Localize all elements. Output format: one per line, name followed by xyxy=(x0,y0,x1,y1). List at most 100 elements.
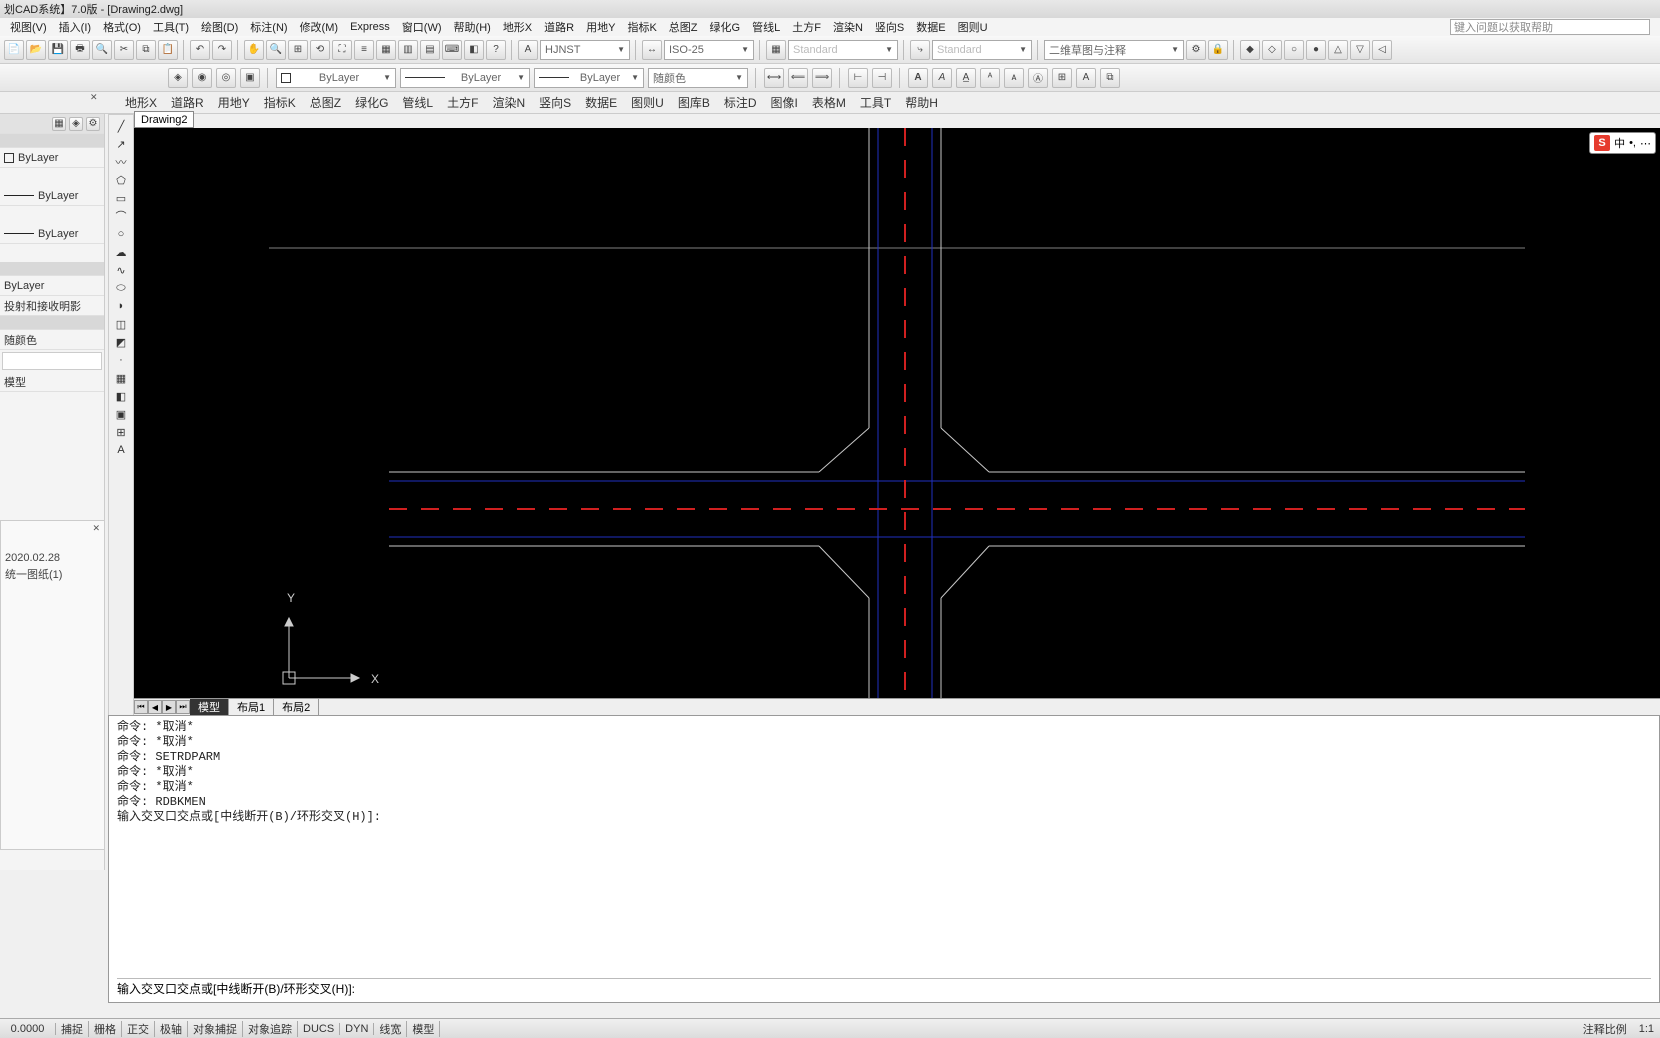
status-model[interactable]: 模型 xyxy=(407,1021,440,1037)
rtab-earth[interactable]: 土方F xyxy=(440,94,485,111)
menu-plan[interactable]: 图则U xyxy=(952,19,994,35)
tab-last-icon[interactable]: ⏭ xyxy=(176,700,190,714)
layer-iso-icon[interactable]: ◎ xyxy=(216,68,236,88)
table-icon[interactable]: ⊞ xyxy=(111,423,131,441)
menu-master[interactable]: 总图Z xyxy=(663,19,704,35)
menu-insert[interactable]: 插入(I) xyxy=(53,19,97,35)
rtab-pipe[interactable]: 管线L xyxy=(395,94,440,111)
lineweight-combo[interactable]: ByLayer▼ xyxy=(534,68,644,88)
ext2-icon[interactable]: ◇ xyxy=(1262,40,1282,60)
close-icon[interactable]: ✕ xyxy=(90,92,100,102)
status-polar[interactable]: 极轴 xyxy=(155,1021,188,1037)
tab-first-icon[interactable]: ⏮ xyxy=(134,700,148,714)
rtab-terrain[interactable]: 地形X xyxy=(118,94,164,111)
panel-btn2-icon[interactable]: ◈ xyxy=(69,117,83,131)
status-ducs[interactable]: DUCS xyxy=(298,1023,340,1035)
close-icon[interactable]: ✕ xyxy=(92,523,100,534)
undo-icon[interactable]: ↶ xyxy=(190,40,210,60)
workspace-combo[interactable]: 二维草图与注释▼ xyxy=(1044,40,1184,60)
ellipse-icon[interactable]: ⬭ xyxy=(111,279,131,297)
linetype-row[interactable]: ByLayer xyxy=(0,186,104,206)
tree-sheet[interactable]: 统一图纸(1) xyxy=(5,565,100,583)
new-icon[interactable]: 📄 xyxy=(4,40,24,60)
zoom-realtime-icon[interactable]: 🔍 xyxy=(266,40,286,60)
tool3-icon[interactable]: ▤ xyxy=(420,40,440,60)
zoom-window-icon[interactable]: ⊞ xyxy=(288,40,308,60)
status-osnap[interactable]: 对象捕捉 xyxy=(188,1021,243,1037)
help-icon[interactable]: ? xyxy=(486,40,506,60)
tab-next-icon[interactable]: ▶ xyxy=(162,700,176,714)
tab-layout1[interactable]: 布局1 xyxy=(229,699,274,715)
menu-express[interactable]: Express xyxy=(344,21,396,33)
tbl-icon[interactable]: ▦ xyxy=(376,40,396,60)
menu-index[interactable]: 指标K xyxy=(621,19,662,35)
annoscale-value[interactable]: 1:1 xyxy=(1633,1023,1660,1035)
rect-icon[interactable]: ▭ xyxy=(111,189,131,207)
point-icon[interactable]: · xyxy=(111,351,131,369)
save-icon[interactable]: 💾 xyxy=(48,40,68,60)
lineweight-row[interactable]: ByLayer xyxy=(0,224,104,244)
panel-btn3-icon[interactable]: ⚙ xyxy=(86,117,100,131)
region-icon[interactable]: ▣ xyxy=(111,405,131,423)
tree-date[interactable]: 2020.02.28 xyxy=(5,551,100,565)
menu-pipe[interactable]: 管线L xyxy=(746,19,786,35)
menu-vert[interactable]: 竖向S xyxy=(869,19,910,35)
shadow-row[interactable]: 投射和接收明影 xyxy=(0,296,104,316)
prop-icon[interactable]: ≡ xyxy=(354,40,374,60)
text-style-combo[interactable]: HJNST▼ xyxy=(540,40,630,60)
menu-tools[interactable]: 工具(T) xyxy=(147,19,195,35)
rtab-index[interactable]: 指标K xyxy=(257,94,303,111)
menu-earth[interactable]: 土方F xyxy=(786,19,827,35)
menu-render[interactable]: 渲染N xyxy=(827,19,869,35)
make-block-icon[interactable]: ◩ xyxy=(111,333,131,351)
dim2-icon[interactable]: ⟸ xyxy=(788,68,808,88)
txt4-icon[interactable]: ᴬ xyxy=(980,68,1000,88)
tab-layout2[interactable]: 布局2 xyxy=(274,699,319,715)
table-style-icon[interactable]: ▦ xyxy=(766,40,786,60)
menu-road[interactable]: 道路R xyxy=(538,19,580,35)
linetype-combo[interactable]: ByLayer▼ xyxy=(400,68,530,88)
arc-icon[interactable]: ⌒ xyxy=(111,207,131,225)
rtab-img[interactable]: 图像I xyxy=(764,94,805,111)
line-icon[interactable]: ╱ xyxy=(111,117,131,135)
status-lw[interactable]: 线宽 xyxy=(374,1021,407,1037)
ext1-icon[interactable]: ◆ xyxy=(1240,40,1260,60)
mleader-style-combo[interactable]: Standard▼ xyxy=(932,40,1032,60)
ws-settings-icon[interactable]: ⚙ xyxy=(1186,40,1206,60)
rtab-tool[interactable]: 工具T xyxy=(853,94,898,111)
status-dyn[interactable]: DYN xyxy=(340,1023,374,1035)
txt3-icon[interactable]: A̲ xyxy=(956,68,976,88)
command-input[interactable]: 输入交叉口交点或[中线断开(B)/环形交叉(H)]: xyxy=(117,978,1651,996)
rtab-render[interactable]: 渲染N xyxy=(485,94,532,111)
drawing-canvas[interactable]: X Y S 中 •, ⋯ xyxy=(134,128,1660,698)
ws-lock-icon[interactable]: 🔒 xyxy=(1208,40,1228,60)
rtab-master[interactable]: 总图Z xyxy=(303,94,348,111)
ext7-icon[interactable]: ◁ xyxy=(1372,40,1392,60)
ext4-icon[interactable]: ● xyxy=(1306,40,1326,60)
menu-help[interactable]: 帮助(H) xyxy=(448,19,497,35)
rtab-land[interactable]: 用地Y xyxy=(211,94,257,111)
polygon-icon[interactable]: ⬠ xyxy=(111,171,131,189)
dim4-icon[interactable]: ⊢ xyxy=(848,68,868,88)
mleader-style-icon[interactable]: ⤷ xyxy=(910,40,930,60)
print-icon[interactable]: 🖶 xyxy=(70,40,90,60)
layer-row[interactable]: ByLayer xyxy=(0,148,104,168)
txt2-icon[interactable]: A xyxy=(932,68,952,88)
copy-icon[interactable]: ⧉ xyxy=(136,40,156,60)
rtab-tbl[interactable]: 表格M xyxy=(805,94,853,111)
status-grid[interactable]: 栅格 xyxy=(89,1021,122,1037)
dim3-icon[interactable]: ⟹ xyxy=(812,68,832,88)
pan-icon[interactable]: ✋ xyxy=(244,40,264,60)
print-style-row[interactable]: ByLayer xyxy=(0,276,104,296)
rtab-dim[interactable]: 标注D xyxy=(717,94,764,111)
menu-dim[interactable]: 标注(N) xyxy=(244,19,293,35)
paste-icon[interactable]: 📋 xyxy=(158,40,178,60)
help-search-input[interactable]: 键入问题以获取帮助 xyxy=(1450,19,1650,35)
spline-icon[interactable]: ∿ xyxy=(111,261,131,279)
circle-icon[interactable]: ○ xyxy=(111,225,131,243)
dim-style-icon[interactable]: ↔ xyxy=(642,40,662,60)
menu-view[interactable]: 视图(V) xyxy=(4,19,53,35)
txt5-icon[interactable]: ᴀ xyxy=(1004,68,1024,88)
layer-states-icon[interactable]: ▣ xyxy=(240,68,260,88)
rtab-data[interactable]: 数据E xyxy=(578,94,624,111)
